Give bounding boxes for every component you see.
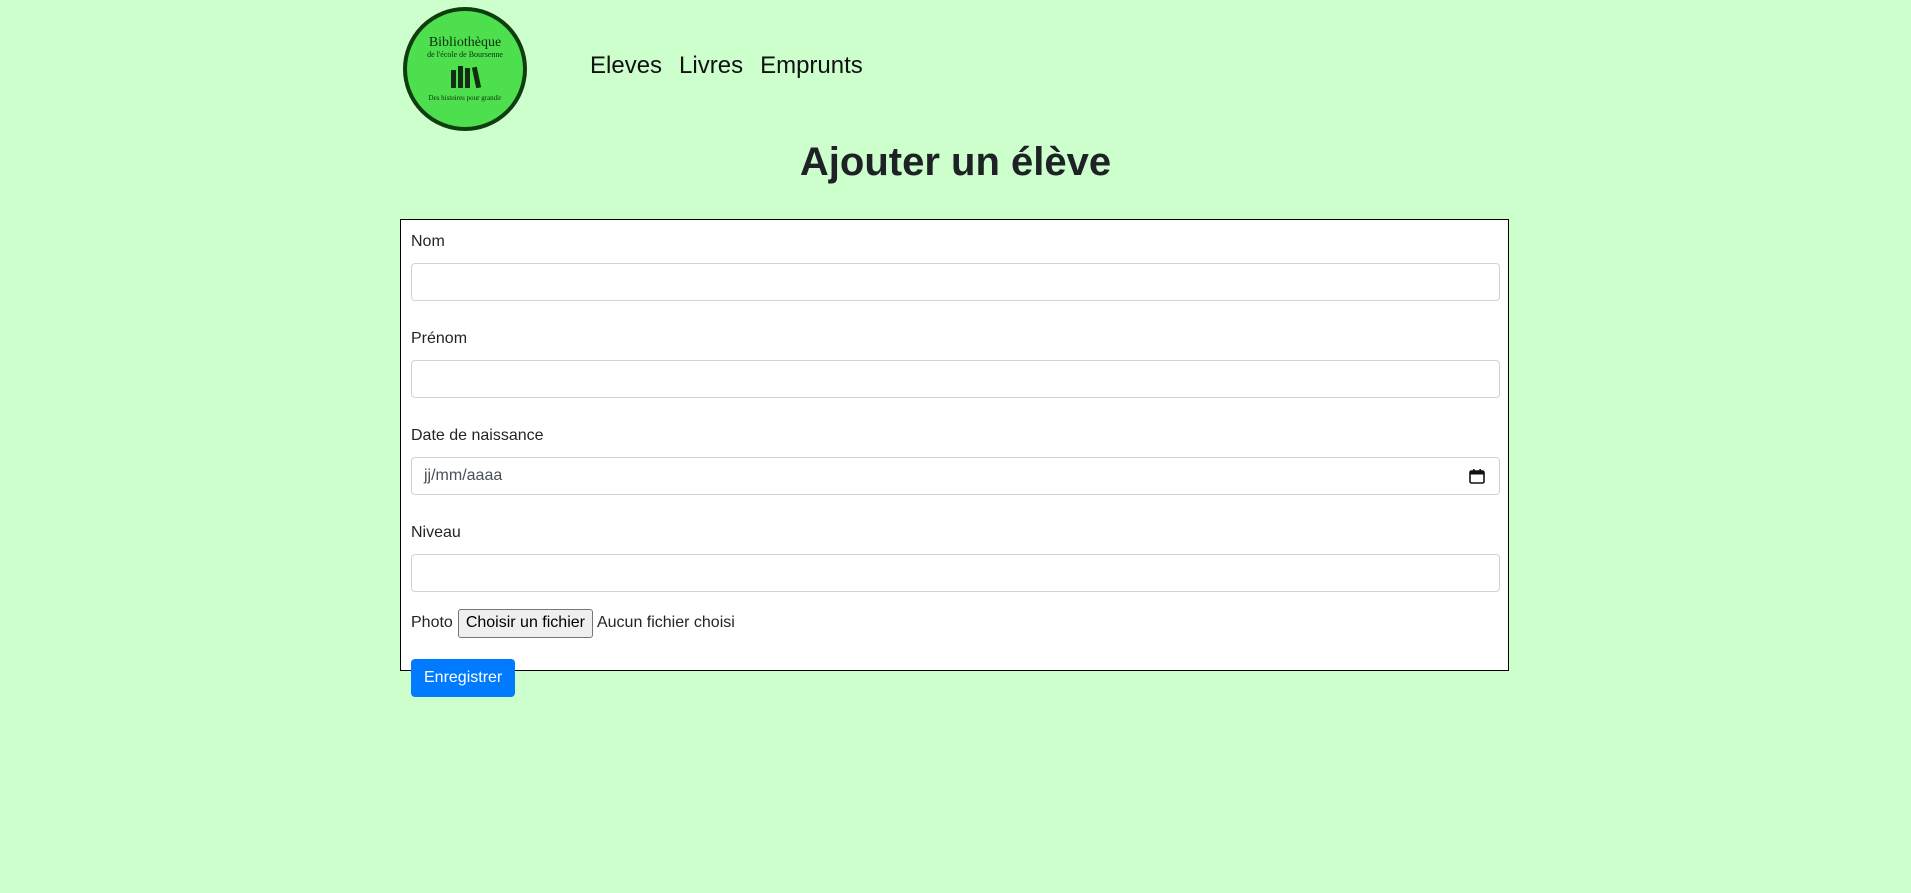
nav-link-emprunts[interactable]: Emprunts	[760, 52, 863, 80]
niveau-label: Niveau	[411, 524, 461, 541]
logo-title: Bibliothèque	[428, 35, 502, 50]
choose-file-button[interactable]: Choisir un fichier	[457, 608, 593, 638]
niveau-input[interactable]	[411, 554, 1500, 592]
logo-motto: Des histoires pour grandir	[428, 94, 502, 102]
books-icon	[451, 66, 482, 89]
nom-input[interactable]	[411, 263, 1500, 301]
calendar-icon[interactable]	[1469, 469, 1485, 484]
date-naissance-label: Date de naissance	[411, 427, 544, 444]
save-button[interactable]: Enregistrer	[411, 659, 516, 697]
file-status: Aucun fichier choisi	[596, 614, 735, 631]
prenom-label: Prénom	[411, 330, 468, 347]
site-header: Bibliothèque de l'école de Boursenne Des…	[403, 7, 527, 131]
nom-label: Nom	[411, 233, 445, 250]
add-student-form: Nom Prénom Date de naissance jj/mm/aaaa …	[400, 219, 1509, 697]
nav-link-livres[interactable]: Livres	[679, 52, 743, 80]
library-logo[interactable]: Bibliothèque de l'école de Boursenne Des…	[403, 7, 527, 131]
date-naissance-input[interactable]: jj/mm/aaaa	[411, 457, 1500, 495]
date-placeholder: jj/mm/aaaa	[424, 467, 503, 484]
logo-subtitle: de l'école de Boursenne	[427, 50, 503, 59]
prenom-input[interactable]	[411, 360, 1500, 398]
nav-link-eleves[interactable]: Eleves	[590, 52, 662, 80]
main-nav: Eleves Livres Emprunts	[590, 52, 863, 80]
photo-label: Photo	[411, 614, 453, 631]
photo-field: Photo Choisir un fichier Aucun fichier c…	[411, 608, 1498, 638]
page-title: Ajouter un élève	[799, 140, 1112, 184]
